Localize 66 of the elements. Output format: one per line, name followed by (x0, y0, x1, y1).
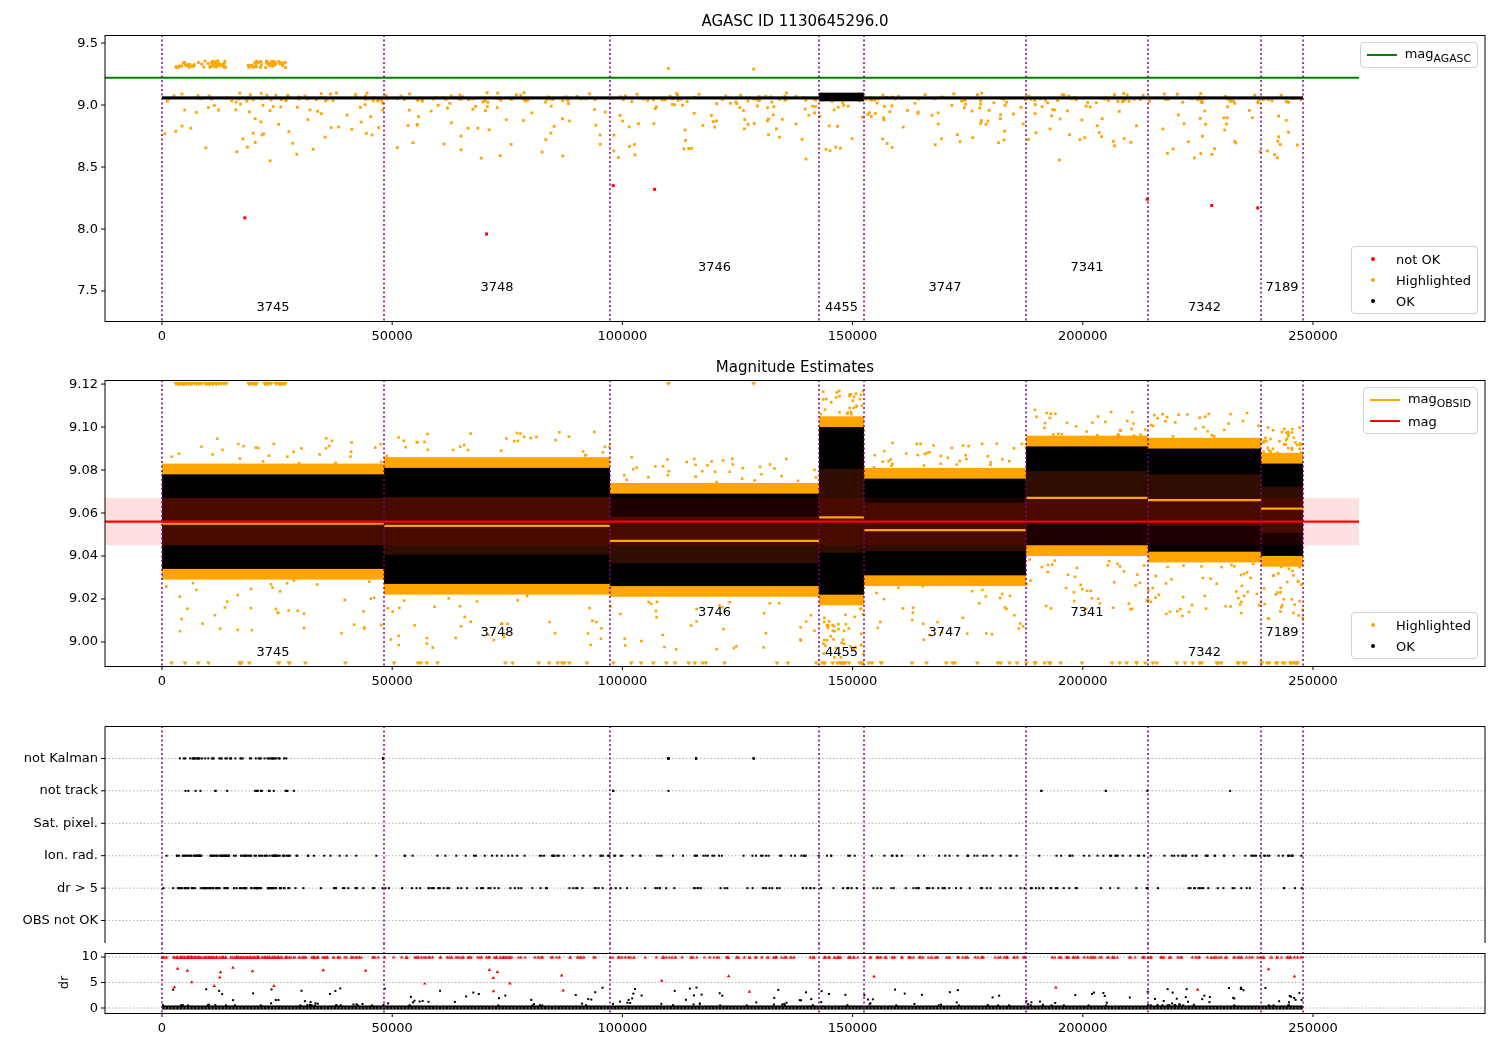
obsid-label: 3747 (928, 278, 962, 294)
obsid-label: 3745 (256, 643, 290, 659)
obsid-label: 3746 (697, 603, 731, 619)
obsid-label: 7189 (1265, 623, 1299, 639)
chart-title: Magnitude Estimates (715, 357, 875, 376)
tick-label: 9.02 (69, 590, 98, 606)
obsid-label: 7341 (1070, 258, 1104, 274)
tick-label: 8.0 (77, 220, 98, 236)
tick-label: 150000 (827, 327, 878, 343)
obsid-label: 4455 (824, 643, 859, 659)
axis-label: dr (56, 975, 72, 990)
legend-label: mag (1407, 413, 1437, 429)
obsid-label: 7341 (1070, 603, 1104, 619)
tick-label: 9.00 (69, 633, 98, 649)
tick-label: 50000 (371, 672, 413, 688)
tick-label: 9.5 (77, 34, 98, 50)
tick-label: 9.12 (69, 375, 98, 391)
legend-label: Highlighted (1396, 272, 1471, 288)
tick-label: 150000 (827, 672, 878, 688)
tick-label: 250000 (1288, 1019, 1338, 1035)
tick-label: Ion. rad. (44, 847, 98, 863)
tick-label: 200000 (1058, 672, 1108, 688)
legend-label: mag$_{OBSID}$ (1407, 390, 1471, 410)
tick-label: 100000 (597, 327, 648, 343)
tick-label: 9.04 (69, 547, 98, 563)
tick-label: 5 (89, 974, 98, 989)
chart-title: AGASC ID 1130645296.0 (701, 11, 889, 30)
tick-label: dr > 5 (56, 879, 98, 895)
tick-label: Sat. pixel. (33, 814, 98, 830)
obsid-label: 7189 (1265, 278, 1299, 294)
tick-label: 9.0 (77, 96, 98, 112)
obsid-label: 3748 (480, 623, 514, 639)
tick-label: 100000 (597, 672, 648, 688)
obsid-label: 7342 (1188, 298, 1222, 314)
obsid-label: 3745 (256, 298, 290, 314)
tick-label: 0 (157, 1019, 167, 1035)
tick-label: 100000 (597, 1019, 648, 1035)
tick-label: 200000 (1058, 327, 1108, 343)
legend-label: Highlighted (1396, 617, 1471, 633)
tick-label: 0 (89, 999, 98, 1015)
obsid-label: 3748 (480, 278, 514, 294)
tick-label: 9.06 (69, 504, 98, 520)
tick-label: OBS not OK (22, 912, 98, 928)
legend-label: OK (1396, 293, 1415, 309)
tick-label: 9.10 (69, 418, 98, 434)
obsid-label: 7342 (1188, 643, 1222, 659)
tick-label: 8.5 (77, 158, 98, 174)
tick-label: 10 (81, 948, 98, 964)
tick-label: 50000 (371, 1019, 413, 1035)
obsid-label: 4455 (824, 298, 859, 314)
tick-label: 50000 (371, 327, 413, 343)
tick-label: not Kalman (23, 749, 98, 765)
tick-label: 250000 (1288, 327, 1338, 343)
tick-label: 7.5 (77, 282, 98, 298)
legend-label: mag$_{AGASC}$ (1404, 45, 1471, 65)
tick-label: 0 (157, 327, 167, 343)
obsid-label: 3746 (697, 258, 731, 274)
tick-label: 150000 (827, 1019, 878, 1035)
tick-label: 250000 (1288, 672, 1338, 688)
tick-label: 0 (157, 672, 167, 688)
legend-label: not OK (1396, 251, 1441, 267)
legend-label: OK (1396, 638, 1415, 654)
tick-label: 9.08 (69, 461, 98, 477)
obsid-label: 3747 (928, 623, 962, 639)
tick-label: not track (39, 782, 98, 798)
tick-label: 200000 (1058, 1019, 1108, 1035)
